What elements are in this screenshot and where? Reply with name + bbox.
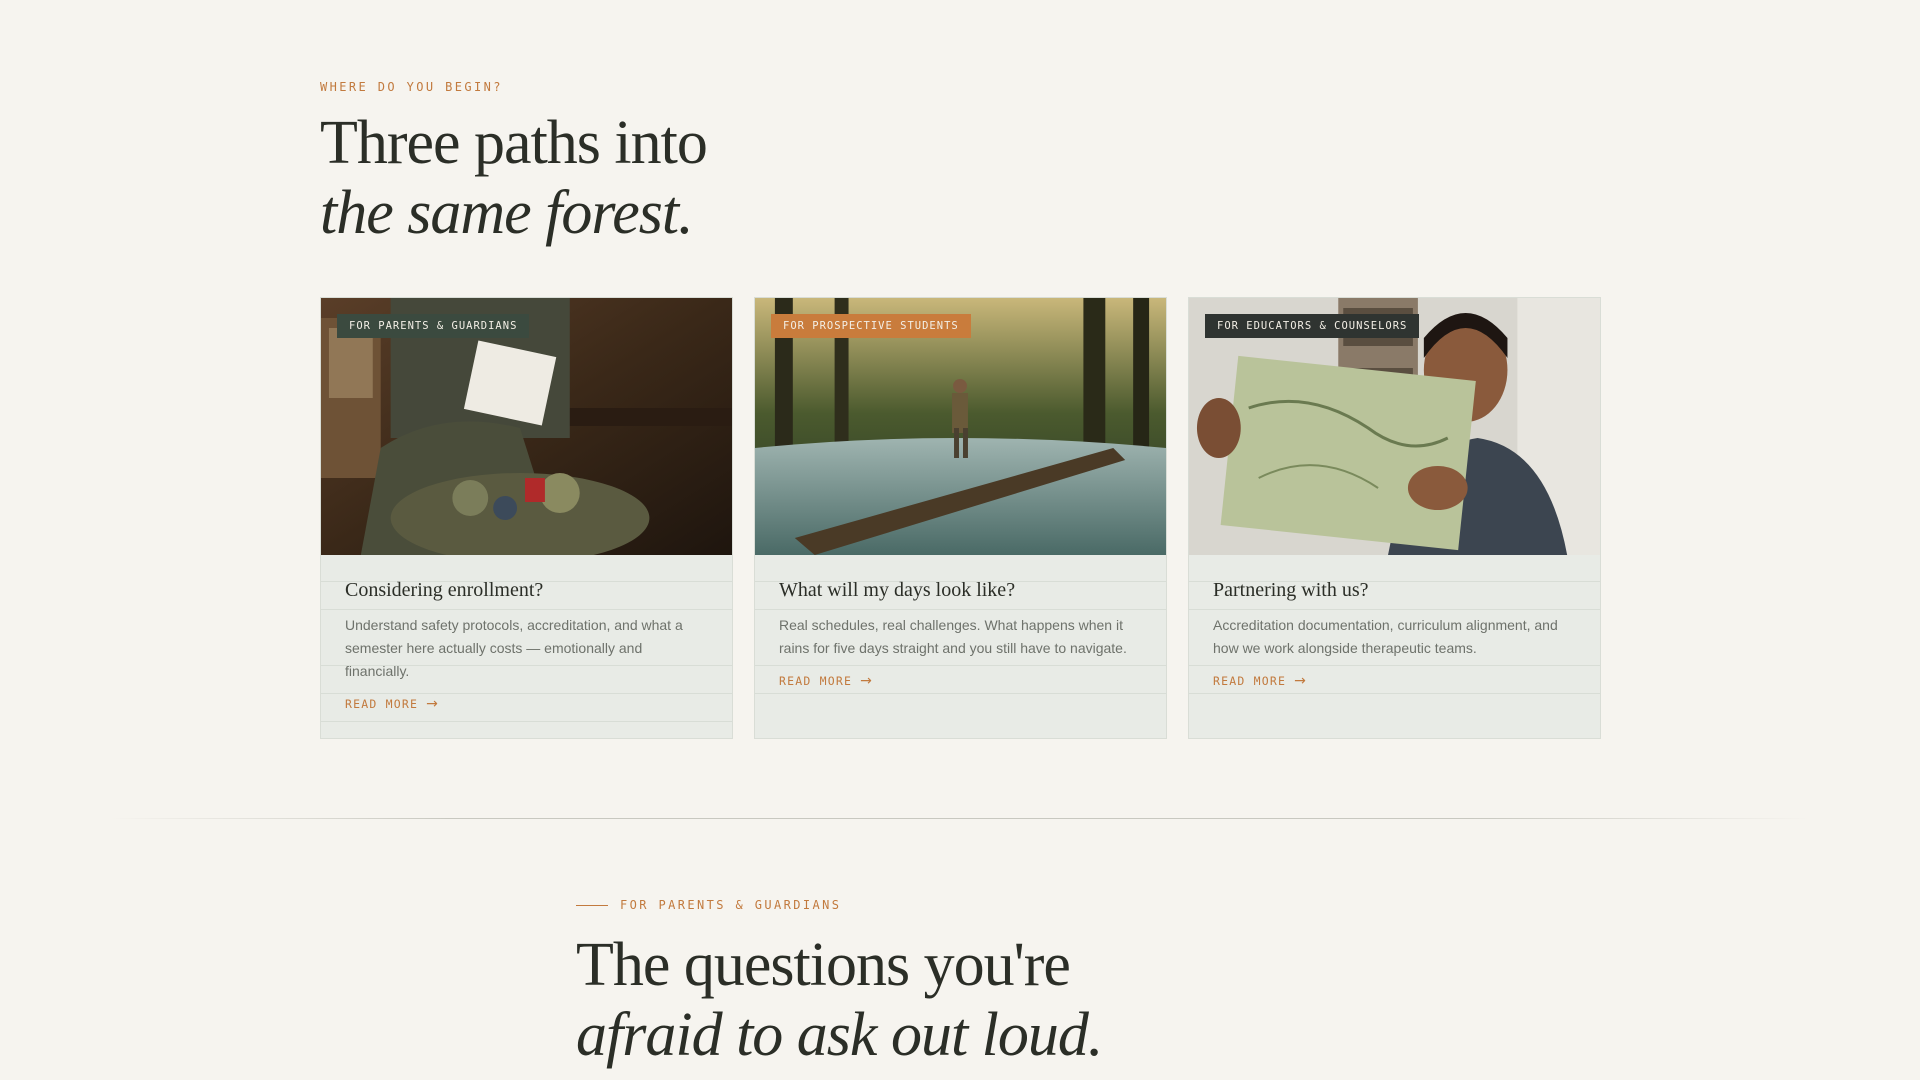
intro-section: WHERE DO YOU BEGIN? Three paths into the… <box>320 80 1600 248</box>
card-description: Understand safety protocols, accreditati… <box>345 617 683 679</box>
card-description: Real schedules, real challenges. What ha… <box>779 617 1127 656</box>
intro-eyebrow: WHERE DO YOU BEGIN? <box>320 80 503 94</box>
path-cards: FOR PARENTS & GUARDIANS Considering enro… <box>320 297 1601 739</box>
intro-headline-line1: Three paths into <box>320 109 708 177</box>
arrow-right-icon: → <box>860 673 874 689</box>
parents-headline-line1: The questions you're <box>576 931 1071 999</box>
arrow-right-icon: → <box>426 696 440 712</box>
card-parents[interactable]: FOR PARENTS & GUARDIANS Considering enro… <box>320 297 733 739</box>
section-divider <box>110 818 1810 819</box>
card-title: What will my days look like? <box>779 579 1016 601</box>
parents-eyebrow: FOR PARENTS & GUARDIANS <box>620 898 842 912</box>
card-description: Accreditation documentation, curriculum … <box>1213 617 1558 656</box>
parents-section: FOR PARENTS & GUARDIANS The questions yo… <box>576 898 1476 1070</box>
parents-headline-line2: afraid to ask out loud. <box>576 1001 1103 1069</box>
card-students[interactable]: FOR PROSPECTIVE STUDENTS What will my da… <box>754 297 1167 739</box>
read-more-link[interactable]: READ MORE → <box>779 673 873 689</box>
card-tag-parents: FOR PARENTS & GUARDIANS <box>337 314 530 338</box>
read-more-label: READ MORE <box>345 697 419 711</box>
read-more-link[interactable]: READ MORE → <box>1213 673 1307 689</box>
card-tag-educators: FOR EDUCATORS & COUNSELORS <box>1205 314 1420 338</box>
hiker-river-photo: FOR PROSPECTIVE STUDENTS <box>755 298 1166 555</box>
eyebrow-rule <box>576 904 608 906</box>
arrow-right-icon: → <box>1294 673 1308 689</box>
parent-notepad-photo: FOR PARENTS & GUARDIANS <box>321 298 732 555</box>
intro-headline: Three paths into the same forest. <box>320 108 1600 248</box>
read-more-label: READ MORE <box>1213 674 1287 688</box>
educator-map-photo: FOR EDUCATORS & COUNSELORS <box>1189 298 1600 555</box>
read-more-label: READ MORE <box>779 674 853 688</box>
card-tag-students: FOR PROSPECTIVE STUDENTS <box>771 314 971 338</box>
card-educators[interactable]: FOR EDUCATORS & COUNSELORS Partnering wi… <box>1188 297 1601 739</box>
card-title: Considering enrollment? <box>345 579 544 601</box>
intro-headline-line2: the same forest. <box>320 179 694 247</box>
parents-headline: The questions you're afraid to ask out l… <box>576 930 1476 1070</box>
read-more-link[interactable]: READ MORE → <box>345 696 439 712</box>
card-title: Partnering with us? <box>1213 579 1369 601</box>
